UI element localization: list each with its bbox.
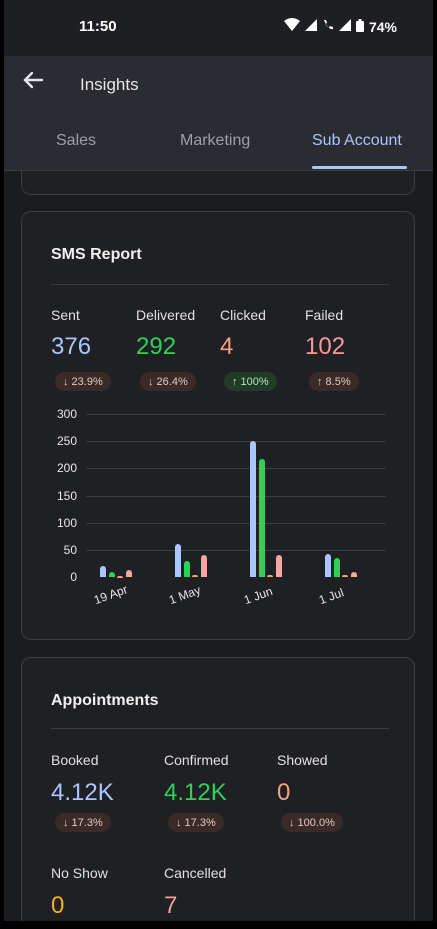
appointments-divider bbox=[51, 728, 389, 729]
bar-clicked-1-jul[interactable] bbox=[342, 575, 348, 578]
bar-failed-1-jul[interactable] bbox=[350, 571, 357, 577]
y-tick-label: 100 bbox=[56, 515, 77, 530]
battery-percent: 74% bbox=[368, 18, 397, 35]
bar-clicked-1-may[interactable] bbox=[192, 575, 198, 578]
gridline bbox=[86, 549, 386, 551]
stat-value-clicked: 4 bbox=[220, 333, 234, 360]
bar-sent-1-may[interactable] bbox=[175, 544, 181, 577]
bar-delivered-1-may[interactable] bbox=[183, 560, 190, 577]
stat-value-no-show: 0 bbox=[51, 892, 65, 919]
y-tick-label: 0 bbox=[70, 570, 77, 584]
y-tick-label: 250 bbox=[56, 434, 77, 449]
tab-indicator bbox=[312, 166, 407, 169]
bar-sent-1-jul[interactable] bbox=[325, 553, 331, 577]
gridline bbox=[86, 468, 386, 470]
stat-label-confirmed: Confirmed bbox=[164, 752, 229, 768]
x-tick-label: 1 Jul bbox=[317, 585, 346, 608]
stat-value-booked: 4.12K bbox=[51, 779, 114, 806]
change-badge-booked: ↓ 17.3% bbox=[55, 813, 111, 832]
bar-delivered-1-jul[interactable] bbox=[333, 557, 340, 577]
bar-sent-19-apr[interactable] bbox=[100, 566, 106, 577]
tab-sub-account[interactable]: Sub Account bbox=[312, 132, 402, 150]
stat-value-sent: 376 bbox=[51, 333, 92, 360]
phone-screen: 11:50 74% Insights Sales Marketing Sub A… bbox=[4, 0, 433, 921]
status-bar: 11:50 74% bbox=[4, 0, 433, 56]
stat-value-confirmed: 4.12K bbox=[164, 779, 227, 806]
change-badge-clicked: ↑ 100% bbox=[224, 372, 277, 391]
stat-label-showed: Showed bbox=[277, 752, 328, 768]
app-bar: Insights bbox=[4, 56, 433, 112]
stat-label-cancelled: Cancelled bbox=[164, 865, 227, 881]
status-icons: 74% bbox=[283, 18, 397, 35]
change-badge-delivered: ↓ 26.4% bbox=[140, 372, 196, 391]
scroll-content[interactable]: SMS Report Sent Delivered Clicked Failed… bbox=[4, 171, 433, 921]
battery-icon bbox=[355, 18, 364, 35]
stat-label-booked: Booked bbox=[51, 752, 99, 768]
tab-marketing[interactable]: Marketing bbox=[180, 132, 250, 150]
sms-report-title: SMS Report bbox=[51, 246, 142, 263]
gridline bbox=[86, 495, 386, 497]
bar-failed-19-apr[interactable] bbox=[125, 570, 132, 577]
bar-delivered-19-apr[interactable] bbox=[108, 571, 115, 577]
y-tick-label: 200 bbox=[56, 461, 77, 476]
appointments-title: Appointments bbox=[51, 692, 159, 709]
x-tick-label: 19 Apr bbox=[92, 582, 130, 608]
sms-bar-chart: 300 250 200 150 100 50 0 19 Apr 1 May 1 Jun 1 Jul bbox=[22, 402, 392, 607]
bar-failed-1-may[interactable] bbox=[200, 555, 207, 577]
previous-card bbox=[21, 171, 415, 195]
bar-clicked-19-apr[interactable] bbox=[117, 576, 123, 579]
y-tick-label: 150 bbox=[56, 488, 77, 503]
appointments-card: Appointments Booked Confirmed Showed 4.1… bbox=[21, 657, 415, 921]
stat-label-sent: Sent bbox=[51, 307, 80, 323]
bar-delivered-1-jun[interactable] bbox=[258, 459, 265, 577]
stat-value-failed: 102 bbox=[305, 333, 346, 360]
phone-call-icon bbox=[322, 19, 334, 34]
stat-value-cancelled: 7 bbox=[164, 892, 178, 919]
gridline bbox=[86, 414, 386, 415]
gridline bbox=[86, 441, 386, 443]
x-tick-label: 1 Jun bbox=[242, 583, 275, 608]
stat-label-failed: Failed bbox=[305, 307, 344, 323]
tab-bar: Sales Marketing Sub Account bbox=[4, 112, 433, 171]
sms-divider bbox=[51, 284, 389, 285]
stat-value-showed: 0 bbox=[277, 779, 291, 806]
page-title: Insights bbox=[80, 75, 139, 94]
signal-icon bbox=[304, 19, 317, 34]
stat-value-delivered: 292 bbox=[136, 333, 177, 360]
bar-failed-1-jun[interactable] bbox=[275, 555, 282, 577]
bar-sent-1-jun[interactable] bbox=[250, 441, 256, 577]
gridline bbox=[86, 522, 386, 524]
stat-label-no-show: No Show bbox=[51, 865, 108, 881]
signal-icon-2 bbox=[338, 19, 351, 34]
wifi-icon bbox=[283, 18, 300, 35]
x-tick-label: 1 May bbox=[167, 582, 203, 608]
y-tick-label: 50 bbox=[63, 542, 77, 557]
y-tick-label: 300 bbox=[56, 407, 77, 421]
change-badge-showed: ↓ 100.0% bbox=[281, 813, 343, 832]
tab-sales[interactable]: Sales bbox=[56, 132, 96, 150]
sms-report-card: SMS Report Sent Delivered Clicked Failed… bbox=[21, 211, 415, 640]
stat-label-delivered: Delivered bbox=[136, 307, 196, 323]
bar-clicked-1-jun[interactable] bbox=[267, 575, 273, 578]
change-badge-confirmed: ↓ 17.3% bbox=[168, 813, 224, 832]
stat-label-clicked: Clicked bbox=[220, 307, 266, 323]
change-badge-sent: ↓ 23.9% bbox=[55, 372, 111, 391]
change-badge-failed: ↑ 8.5% bbox=[309, 372, 359, 391]
status-time: 11:50 bbox=[79, 18, 117, 35]
back-arrow-icon[interactable] bbox=[22, 69, 52, 99]
